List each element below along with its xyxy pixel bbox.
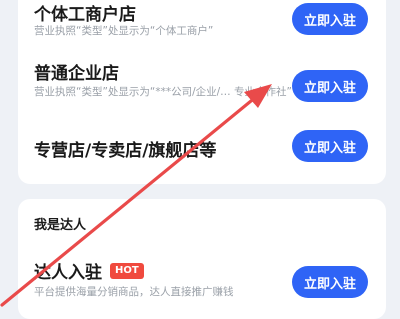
annotation-arrow-icon <box>0 84 272 307</box>
